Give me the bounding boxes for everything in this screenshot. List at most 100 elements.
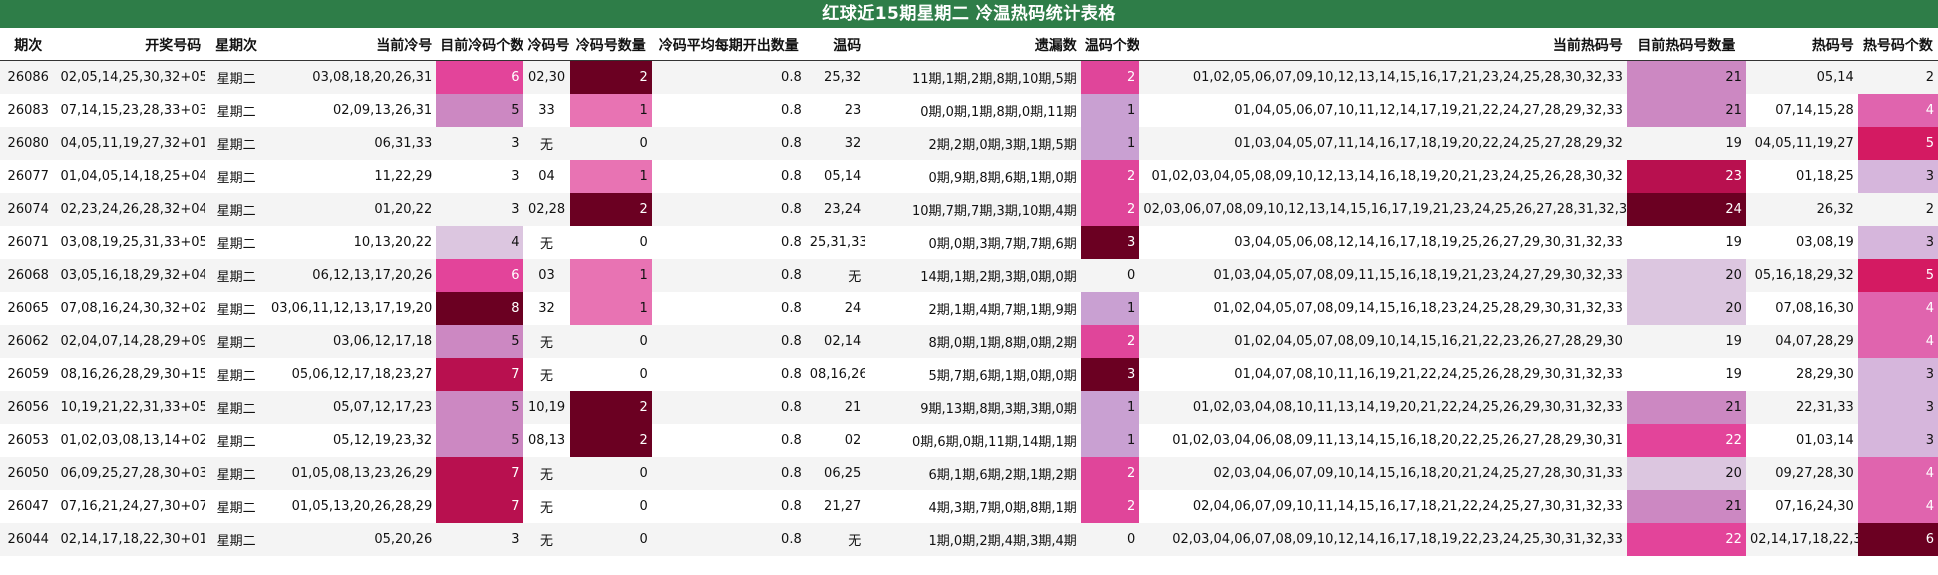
- row-missing: 5期,7期,6期,1期,0期,0期: [865, 358, 1081, 391]
- row-hot-count: 22: [1626, 523, 1746, 556]
- row-weekday: 星期二: [205, 226, 267, 259]
- row-cold-count: 3: [436, 127, 524, 160]
- row-current-hot: 03,04,05,06,08,12,14,16,17,18,19,25,26,2…: [1139, 226, 1627, 259]
- row-draw-numbers: 03,08,19,25,31,33+05: [56, 226, 206, 259]
- row-hot-hit-count: 3: [1857, 424, 1938, 457]
- row-hot-hit: 26,32: [1745, 193, 1858, 226]
- header-current-hot: 当前热码号: [1139, 29, 1627, 61]
- row-cold-hit: 33: [523, 94, 570, 127]
- row-hot-count: 24: [1626, 193, 1746, 226]
- row-weekday: 星期二: [205, 127, 267, 160]
- row-warm: 23,24: [805, 193, 866, 226]
- row-missing: 11期,1期,2期,8期,10期,5期: [865, 60, 1081, 94]
- row-cold-hit-count: 0: [569, 358, 652, 391]
- row-hot-count: 20: [1626, 292, 1746, 325]
- header-row: 期次 开奖号码 星期次 当前冷号 目前冷码个数 冷码号 冷码号数量 冷码平均每期…: [0, 29, 1938, 61]
- row-warm-count: 1: [1080, 391, 1140, 424]
- row-missing: 9期,13期,8期,3期,3期,0期: [865, 391, 1081, 424]
- row-current-cold: 05,20,26: [266, 523, 437, 556]
- row-period: 26062: [0, 325, 57, 358]
- row-missing: 2期,2期,0期,3期,1期,5期: [865, 127, 1081, 160]
- row-weekday: 星期二: [205, 325, 267, 358]
- row-current-cold: 11,22,29: [266, 160, 437, 193]
- header-missing: 遗漏数: [865, 29, 1081, 61]
- row-cold-average: 0.8: [651, 160, 806, 193]
- row-hot-hit-count: 3: [1857, 226, 1938, 259]
- row-cold-count: 7: [436, 457, 524, 490]
- row-warm: 02: [805, 424, 866, 457]
- row-cold-average: 0.8: [651, 259, 806, 292]
- row-cold-average: 0.8: [651, 325, 806, 358]
- row-cold-hit: 02,30: [523, 60, 570, 94]
- row-hot-hit-count: 2: [1857, 193, 1938, 226]
- row-period: 26077: [0, 160, 57, 193]
- table-row: 26083 07,14,15,23,28,33+03 星期二 02,09,13,26,…: [0, 94, 1938, 127]
- row-cold-hit: 10,19: [523, 391, 570, 424]
- row-current-cold: 01,05,08,13,23,26,29: [266, 457, 437, 490]
- row-current-hot: 01,02,05,06,07,09,10,12,13,14,15,16,17,2…: [1139, 60, 1627, 94]
- row-current-cold: 02,09,13,26,31: [266, 94, 437, 127]
- table-title: 红球近15期星期二 冷温热码统计表格: [0, 0, 1938, 28]
- row-hot-count: 19: [1626, 358, 1746, 391]
- row-cold-hit: 无: [523, 127, 570, 160]
- row-missing: 0期,0期,1期,8期,0期,11期: [865, 94, 1081, 127]
- row-cold-hit: 无: [523, 358, 570, 391]
- row-hot-hit: 07,14,15,28: [1745, 94, 1858, 127]
- header-hot-hit: 热码号: [1745, 29, 1858, 61]
- row-hot-count: 21: [1626, 60, 1746, 94]
- row-cold-hit: 无: [523, 325, 570, 358]
- row-hot-hit: 22,31,33: [1745, 391, 1858, 424]
- row-weekday: 星期二: [205, 523, 267, 556]
- table-row: 26074 02,23,24,26,28,32+04 星期二 01,20,22 3 02,…: [0, 193, 1938, 226]
- row-current-cold: 06,12,13,17,20,26: [266, 259, 437, 292]
- row-current-hot: 02,03,04,06,07,09,10,14,15,16,18,20,21,2…: [1139, 457, 1627, 490]
- row-cold-average: 0.8: [651, 523, 806, 556]
- row-cold-hit-count: 1: [569, 292, 652, 325]
- row-warm-count: 3: [1080, 226, 1140, 259]
- row-cold-count: 6: [436, 259, 524, 292]
- row-draw-numbers: 07,14,15,23,28,33+03: [56, 94, 206, 127]
- row-current-hot: 01,03,04,05,07,08,09,11,15,16,18,19,21,2…: [1139, 259, 1627, 292]
- row-hot-hit-count: 5: [1857, 259, 1938, 292]
- row-hot-hit: 09,27,28,30: [1745, 457, 1858, 490]
- row-period: 26083: [0, 94, 57, 127]
- row-cold-hit: 无: [523, 226, 570, 259]
- row-hot-count: 22: [1626, 424, 1746, 457]
- row-hot-hit: 07,16,24,30: [1745, 490, 1858, 523]
- row-draw-numbers: 01,02,03,08,13,14+02: [56, 424, 206, 457]
- row-warm-count: 2: [1080, 490, 1140, 523]
- row-warm-count: 2: [1080, 60, 1140, 94]
- row-draw-numbers: 07,08,16,24,30,32+02: [56, 292, 206, 325]
- row-cold-hit-count: 2: [569, 193, 652, 226]
- row-cold-hit: 无: [523, 457, 570, 490]
- row-missing: 0期,6期,0期,11期,14期,1期: [865, 424, 1081, 457]
- row-hot-count: 19: [1626, 226, 1746, 259]
- row-missing: 1期,0期,2期,4期,3期,4期: [865, 523, 1081, 556]
- row-draw-numbers: 02,23,24,26,28,32+04: [56, 193, 206, 226]
- row-hot-count: 21: [1626, 490, 1746, 523]
- row-warm-count: 1: [1080, 94, 1140, 127]
- row-weekday: 星期二: [205, 94, 267, 127]
- table-row: 26086 02,05,14,25,30,32+05 星期二 03,08,18,20,…: [0, 60, 1938, 94]
- row-cold-average: 0.8: [651, 226, 806, 259]
- row-current-hot: 01,02,04,05,07,08,09,14,15,16,18,23,24,2…: [1139, 292, 1627, 325]
- row-warm: 25,32: [805, 60, 866, 94]
- row-cold-average: 0.8: [651, 490, 806, 523]
- row-warm: 23: [805, 94, 866, 127]
- row-period: 26068: [0, 259, 57, 292]
- row-cold-count: 3: [436, 523, 524, 556]
- row-missing: 8期,0期,1期,8期,0期,2期: [865, 325, 1081, 358]
- row-period: 26080: [0, 127, 57, 160]
- row-period: 26059: [0, 358, 57, 391]
- row-current-hot: 01,04,05,06,07,10,11,12,14,17,19,21,22,2…: [1139, 94, 1627, 127]
- row-period: 26047: [0, 490, 57, 523]
- row-current-cold: 10,13,20,22: [266, 226, 437, 259]
- row-cold-average: 0.8: [651, 424, 806, 457]
- row-weekday: 星期二: [205, 259, 267, 292]
- row-cold-count: 8: [436, 292, 524, 325]
- row-weekday: 星期二: [205, 160, 267, 193]
- row-weekday: 星期二: [205, 490, 267, 523]
- row-cold-hit: 02,28: [523, 193, 570, 226]
- row-cold-average: 0.8: [651, 292, 806, 325]
- row-warm: 24: [805, 292, 866, 325]
